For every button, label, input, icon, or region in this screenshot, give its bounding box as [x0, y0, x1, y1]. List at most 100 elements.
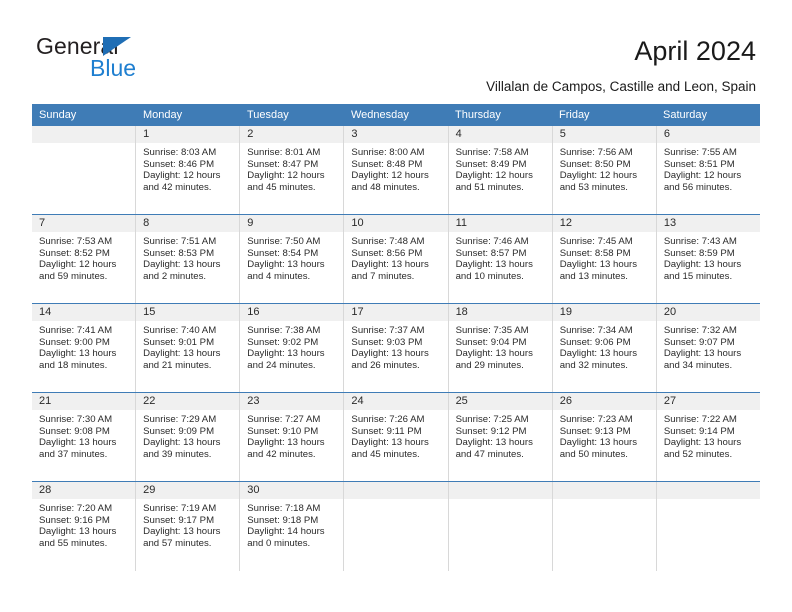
- calendar-day-cell[interactable]: 8 Sunrise: 7:51 AM Sunset: 8:53 PM Daylight…: [136, 215, 241, 303]
- day-number: 11: [448, 215, 552, 232]
- calendar-day-cell[interactable]: 10 Sunrise: 7:48 AM Sunset: 8:56 PM Dayligh…: [344, 215, 449, 303]
- day-number: 22: [136, 393, 240, 410]
- weekday-header-sunday: Sunday: [39, 109, 77, 121]
- calendar-day-cell[interactable]: 3 Sunrise: 8:00 AM Sunset: 8:48 PM Daylight…: [344, 126, 449, 214]
- sunrise-text: Sunrise: 7:43 AM: [663, 236, 737, 247]
- day-number: 14: [32, 304, 136, 321]
- logo-text-blue: Blue: [90, 55, 137, 81]
- calendar-day-cell[interactable]: 25 Sunrise: 7:25 AM Sunset: 9:12 PM Dayligh…: [448, 393, 553, 481]
- calendar-day-cell[interactable]: 28 Sunrise: 7:20 AM Sunset: 9:16 PM Dayligh…: [32, 482, 137, 571]
- sunset-text: Sunset: 9:14 PM: [663, 425, 735, 437]
- sunset-text: Sunset: 9:00 PM: [39, 336, 110, 348]
- day-details: Sunrise: 7:51 AM Sunset: 8:53 PM Daylight:…: [136, 232, 239, 283]
- day-details: Sunrise: 7:35 AM Sunset: 9:04 PM Daylight:…: [449, 321, 552, 372]
- calendar-day-cell[interactable]: 15 Sunrise: 7:40 AM Sunset: 9:01 PM Dayligh…: [136, 304, 241, 392]
- sunrise-text: Sunrise: 7:58 AM: [455, 147, 529, 158]
- sunset-text: Sunset: 8:53 PM: [143, 247, 215, 259]
- day-number: 23: [240, 393, 344, 410]
- sunset-text: Sunset: 9:03 PM: [351, 336, 423, 348]
- daylight-text: Daylight: 12 hours and 59 minutes.: [39, 259, 117, 283]
- calendar-day-cell[interactable]: 6 Sunrise: 7:55 AM Sunset: 8:51 PM Daylight…: [656, 126, 760, 214]
- sunrise-text: Sunrise: 7:35 AM: [455, 325, 529, 336]
- calendar-day-cell[interactable]: 30 Sunrise: 7:18 AM Sunset: 9:18 PM Dayligh…: [240, 482, 345, 571]
- weekday-header-friday: Friday: [559, 109, 590, 121]
- calendar-day-cell[interactable]: 26 Sunrise: 7:23 AM Sunset: 9:13 PM Dayligh…: [552, 393, 657, 481]
- day-details: Sunrise: 7:23 AM Sunset: 9:13 PM Daylight:…: [553, 410, 656, 461]
- daylight-text: Daylight: 13 hours and 55 minutes.: [39, 526, 117, 550]
- sunrise-text: Sunrise: 7:19 AM: [143, 503, 217, 514]
- day-number: 5: [552, 126, 656, 143]
- calendar-day-cell[interactable]: 20 Sunrise: 7:32 AM Sunset: 9:07 PM Dayligh…: [656, 304, 760, 392]
- calendar-week-row: 7 Sunrise: 7:53 AM Sunset: 8:52 PM Daylight…: [32, 214, 760, 303]
- daylight-text: Daylight: 13 hours and 32 minutes.: [559, 348, 638, 372]
- sunset-text: Sunset: 8:51 PM: [663, 158, 735, 170]
- day-details: Sunrise: 7:26 AM Sunset: 9:11 PM Daylight:…: [344, 410, 447, 461]
- calendar-day-cell[interactable]: 23 Sunrise: 7:27 AM Sunset: 9:10 PM Dayligh…: [240, 393, 345, 481]
- daylight-text: Daylight: 13 hours and 39 minutes.: [143, 437, 221, 461]
- calendar-day-cell[interactable]: 9 Sunrise: 7:50 AM Sunset: 8:54 PM Daylight…: [240, 215, 345, 303]
- day-number: [552, 482, 656, 499]
- calendar-day-cell[interactable]: 18 Sunrise: 7:35 AM Sunset: 9:04 PM Dayligh…: [448, 304, 553, 392]
- calendar-day-cell[interactable]: 4 Sunrise: 7:58 AM Sunset: 8:49 PM Daylight…: [448, 126, 553, 214]
- calendar-page: General Blue April 2024 Villalan de Camp…: [0, 0, 792, 612]
- weekday-header-thursday: Thursday: [455, 109, 501, 121]
- calendar-day-cell[interactable]: 12 Sunrise: 7:45 AM Sunset: 8:58 PM Dayligh…: [552, 215, 657, 303]
- day-number: 25: [448, 393, 552, 410]
- calendar-day-cell[interactable]: 17 Sunrise: 7:37 AM Sunset: 9:03 PM Dayligh…: [344, 304, 449, 392]
- day-details: Sunrise: 7:53 AM Sunset: 8:52 PM Daylight:…: [32, 232, 135, 283]
- day-number: 12: [552, 215, 656, 232]
- day-details: Sunrise: 7:30 AM Sunset: 9:08 PM Daylight:…: [32, 410, 135, 461]
- calendar-day-cell[interactable]: 16 Sunrise: 7:38 AM Sunset: 9:02 PM Dayligh…: [240, 304, 345, 392]
- page-subtitle: Villalan de Campos, Castille and Leon, S…: [486, 79, 756, 94]
- day-number: 15: [136, 304, 240, 321]
- sunrise-text: Sunrise: 7:29 AM: [143, 414, 217, 425]
- calendar-day-cell[interactable]: 24 Sunrise: 7:26 AM Sunset: 9:11 PM Dayligh…: [344, 393, 449, 481]
- daylight-text: Daylight: 13 hours and 50 minutes.: [559, 437, 638, 461]
- daylight-text: Daylight: 13 hours and 7 minutes.: [351, 259, 429, 283]
- day-details: Sunrise: 7:18 AM Sunset: 9:18 PM Daylight:…: [240, 499, 343, 550]
- calendar-day-cell[interactable]: 22 Sunrise: 7:29 AM Sunset: 9:09 PM Dayligh…: [136, 393, 241, 481]
- day-number: 3: [344, 126, 448, 143]
- daylight-text: Daylight: 13 hours and 37 minutes.: [39, 437, 117, 461]
- day-details: Sunrise: 7:50 AM Sunset: 8:54 PM Daylight:…: [240, 232, 343, 283]
- sunset-text: Sunset: 8:49 PM: [455, 158, 527, 170]
- calendar-day-cell[interactable]: 13 Sunrise: 7:43 AM Sunset: 8:59 PM Dayligh…: [656, 215, 760, 303]
- daylight-text: Daylight: 13 hours and 18 minutes.: [39, 348, 117, 372]
- daylight-text: Daylight: 13 hours and 21 minutes.: [143, 348, 221, 372]
- day-details: Sunrise: 7:22 AM Sunset: 9:14 PM Daylight:…: [657, 410, 760, 461]
- day-number: 2: [240, 126, 344, 143]
- sunrise-text: Sunrise: 7:37 AM: [351, 325, 425, 336]
- sunrise-text: Sunrise: 7:34 AM: [559, 325, 633, 336]
- day-details: Sunrise: 7:48 AM Sunset: 8:56 PM Daylight:…: [344, 232, 447, 283]
- day-details: Sunrise: 7:40 AM Sunset: 9:01 PM Daylight:…: [136, 321, 239, 372]
- sunrise-text: Sunrise: 7:25 AM: [455, 414, 529, 425]
- calendar-day-cell[interactable]: 29 Sunrise: 7:19 AM Sunset: 9:17 PM Dayligh…: [136, 482, 241, 571]
- calendar-day-cell[interactable]: 2 Sunrise: 8:01 AM Sunset: 8:47 PM Daylight…: [240, 126, 345, 214]
- sunrise-text: Sunrise: 7:53 AM: [39, 236, 113, 247]
- day-number: [656, 482, 760, 499]
- day-details: Sunrise: 7:27 AM Sunset: 9:10 PM Daylight:…: [240, 410, 343, 461]
- calendar-day-cell[interactable]: 7 Sunrise: 7:53 AM Sunset: 8:52 PM Daylight…: [32, 215, 137, 303]
- sunrise-text: Sunrise: 8:00 AM: [351, 147, 425, 158]
- day-number: 20: [656, 304, 760, 321]
- general-blue-logo[interactable]: General Blue: [36, 33, 226, 85]
- calendar-day-cell-empty: [448, 482, 553, 571]
- calendar-day-cell[interactable]: 27 Sunrise: 7:22 AM Sunset: 9:14 PM Dayligh…: [656, 393, 760, 481]
- calendar-day-cell[interactable]: 1 Sunrise: 8:03 AM Sunset: 8:46 PM Daylight…: [136, 126, 241, 214]
- sunrise-text: Sunrise: 8:03 AM: [143, 147, 217, 158]
- calendar-day-cell[interactable]: 14 Sunrise: 7:41 AM Sunset: 9:00 PM Dayligh…: [32, 304, 137, 392]
- day-number: 7: [32, 215, 136, 232]
- calendar-day-cell[interactable]: 11 Sunrise: 7:46 AM Sunset: 8:57 PM Dayligh…: [448, 215, 553, 303]
- daylight-text: Daylight: 12 hours and 42 minutes.: [143, 170, 221, 194]
- daylight-text: Daylight: 13 hours and 13 minutes.: [559, 259, 638, 283]
- calendar-day-cell-empty: [32, 126, 137, 214]
- daylight-text: Daylight: 13 hours and 29 minutes.: [455, 348, 533, 372]
- calendar-day-cell[interactable]: 21 Sunrise: 7:30 AM Sunset: 9:08 PM Dayligh…: [32, 393, 137, 481]
- sunrise-text: Sunrise: 7:50 AM: [247, 236, 321, 247]
- sunrise-text: Sunrise: 7:30 AM: [39, 414, 113, 425]
- daylight-text: Daylight: 12 hours and 51 minutes.: [455, 170, 533, 194]
- calendar-day-cell[interactable]: 19 Sunrise: 7:34 AM Sunset: 9:06 PM Dayligh…: [552, 304, 657, 392]
- sunrise-text: Sunrise: 7:26 AM: [351, 414, 425, 425]
- daylight-text: Daylight: 12 hours and 53 minutes.: [559, 170, 638, 194]
- calendar-day-cell[interactable]: 5 Sunrise: 7:56 AM Sunset: 8:50 PM Daylight…: [552, 126, 657, 214]
